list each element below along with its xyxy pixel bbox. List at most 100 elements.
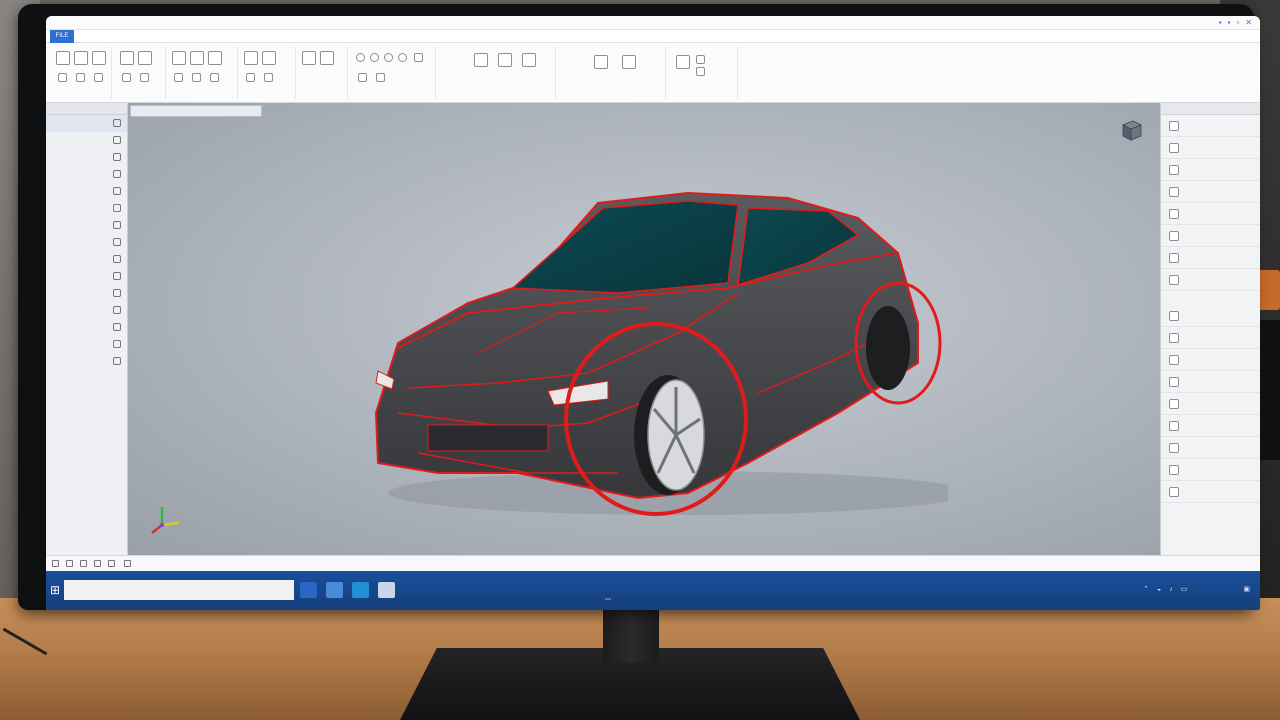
browser-item[interactable] [46, 183, 127, 200]
property-item[interactable] [1161, 181, 1260, 203]
browser-item[interactable] [46, 115, 127, 132]
plane-icon[interactable] [302, 51, 316, 65]
property-item[interactable] [1161, 305, 1260, 327]
status-icon[interactable] [124, 560, 131, 567]
chevron-up-icon[interactable]: ⌃ [1143, 585, 1149, 593]
mirror-icon[interactable] [262, 51, 276, 65]
property-icon [1169, 311, 1179, 321]
browser-item[interactable] [46, 234, 127, 251]
browser-item[interactable] [46, 166, 127, 183]
sketch-icon[interactable] [56, 51, 70, 65]
fillet-icon[interactable] [120, 51, 134, 65]
revolve-icon[interactable] [92, 51, 106, 65]
property-item[interactable] [1161, 415, 1260, 437]
property-item[interactable] [1161, 115, 1260, 137]
close-icon[interactable]: ✕ [1245, 18, 1252, 27]
property-item[interactable] [1161, 247, 1260, 269]
tool-icon[interactable] [246, 73, 255, 82]
minimize-icon[interactable]: ▪ [1219, 18, 1222, 27]
browser-item[interactable] [46, 353, 127, 370]
tool-icon[interactable] [122, 73, 131, 82]
status-icon[interactable] [66, 560, 73, 567]
point-icon[interactable] [384, 53, 393, 62]
file-tab[interactable]: FILE [50, 29, 74, 43]
inspect-icon[interactable] [594, 55, 608, 69]
property-item[interactable] [1161, 327, 1260, 349]
point-icon[interactable] [356, 53, 365, 62]
browser-header [46, 103, 127, 115]
status-icon[interactable] [80, 560, 87, 567]
start-icon[interactable]: ⊞ [48, 583, 62, 597]
status-icon[interactable] [94, 560, 101, 567]
app-icon[interactable] [352, 582, 369, 598]
pattern-icon[interactable] [244, 51, 258, 65]
battery-icon[interactable]: ▭ [1181, 585, 1188, 593]
car-model[interactable] [358, 173, 948, 523]
ribbon-tab-bar: FILE [46, 29, 1260, 43]
browser-item[interactable] [46, 268, 127, 285]
browser-item[interactable] [46, 336, 127, 353]
tool-icon[interactable] [414, 53, 423, 62]
browser-item[interactable] [46, 251, 127, 268]
volume-icon[interactable]: ♪ [1169, 586, 1173, 593]
tool-icon[interactable] [76, 73, 85, 82]
property-item[interactable] [1161, 459, 1260, 481]
analysis-icon[interactable] [622, 55, 636, 69]
browser-item[interactable] [46, 132, 127, 149]
extrude-icon[interactable] [74, 51, 88, 65]
property-item[interactable] [1161, 269, 1260, 291]
app-icon[interactable] [378, 582, 395, 598]
viewcube-icon[interactable] [1118, 117, 1144, 143]
tool-icon[interactable] [376, 73, 385, 82]
render-icon[interactable] [676, 55, 690, 69]
property-item[interactable] [1161, 203, 1260, 225]
3d-viewport[interactable] [128, 103, 1160, 555]
tool-icon[interactable] [210, 73, 219, 82]
property-item[interactable] [1161, 349, 1260, 371]
taskbar-search-input[interactable] [64, 580, 294, 600]
tool-icon[interactable] [192, 73, 201, 82]
tool-icon[interactable] [140, 73, 149, 82]
axis-icon[interactable] [320, 51, 334, 65]
tool-icon[interactable] [264, 73, 273, 82]
browser-item[interactable] [46, 319, 127, 336]
network-icon[interactable]: ◒ [1157, 586, 1161, 593]
ribbon-group [168, 47, 238, 99]
point-icon[interactable] [398, 53, 407, 62]
notification-icon[interactable]: ▣ [1243, 585, 1250, 593]
tool-icon[interactable] [58, 73, 67, 82]
status-icon[interactable] [108, 560, 115, 567]
constraint-icon[interactable] [474, 53, 488, 67]
browser-item[interactable] [46, 149, 127, 166]
maximize-icon[interactable]: ▫ [1236, 18, 1239, 27]
browser-item[interactable] [46, 217, 127, 234]
joint-icon[interactable] [498, 53, 512, 67]
status-icon[interactable] [52, 560, 59, 567]
property-item[interactable] [1161, 371, 1260, 393]
document-tab[interactable] [130, 105, 262, 117]
task-view-icon[interactable] [300, 582, 317, 598]
property-item[interactable] [1161, 481, 1260, 503]
browser-item[interactable] [46, 200, 127, 217]
property-item[interactable] [1161, 159, 1260, 181]
property-item[interactable] [1161, 137, 1260, 159]
tool-icon[interactable] [94, 73, 103, 82]
restore-icon[interactable]: ▪ [1228, 18, 1231, 27]
point-icon[interactable] [370, 53, 379, 62]
chamfer-icon[interactable] [138, 51, 152, 65]
feature-icon [113, 238, 121, 246]
loft-icon[interactable] [190, 51, 204, 65]
browser-item[interactable] [46, 285, 127, 302]
tool-icon[interactable] [696, 55, 705, 64]
property-item[interactable] [1161, 225, 1260, 247]
app-icon[interactable] [326, 582, 343, 598]
tool-icon[interactable] [358, 73, 367, 82]
sweep-icon[interactable] [208, 51, 222, 65]
property-item[interactable] [1161, 437, 1260, 459]
measure-icon[interactable] [522, 53, 536, 67]
tool-icon[interactable] [174, 73, 183, 82]
property-item[interactable] [1161, 393, 1260, 415]
browser-item[interactable] [46, 302, 127, 319]
tool-icon[interactable] [696, 67, 705, 76]
shell-icon[interactable] [172, 51, 186, 65]
